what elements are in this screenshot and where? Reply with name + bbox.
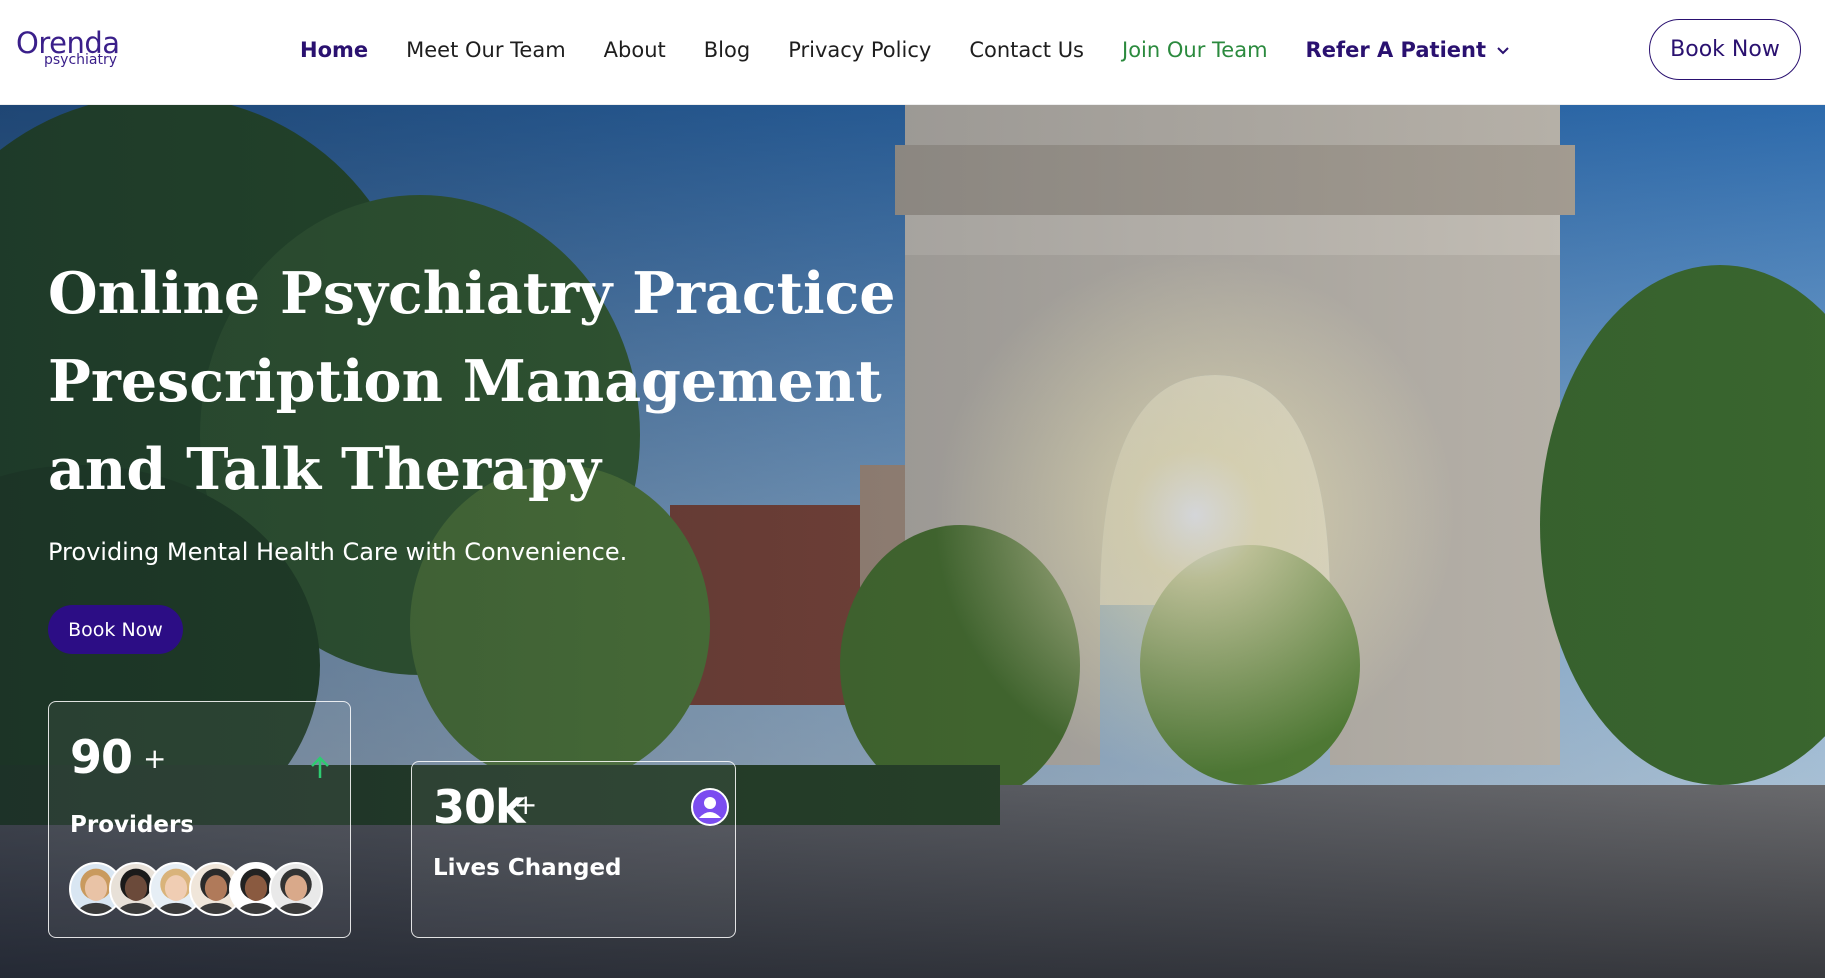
nav-privacy-policy[interactable]: Privacy Policy	[788, 38, 931, 62]
avatar-face-shape	[84, 875, 108, 902]
nav-join-our-team[interactable]: Join Our Team	[1122, 38, 1268, 62]
person-icon	[691, 788, 729, 826]
hero-book-now-button[interactable]: Book Now	[48, 605, 183, 654]
avatar-shoulders	[197, 902, 235, 914]
providers-number: 90	[70, 730, 133, 784]
lives-changed-stat-card: 30k + Lives Changed	[411, 761, 736, 938]
hero-title-line-3: and Talk Therapy	[48, 436, 602, 503]
nav-about-label: About	[603, 38, 666, 62]
provider-avatars	[69, 862, 323, 918]
lives-label: Lives Changed	[433, 855, 622, 881]
nav-blog-label: Blog	[703, 38, 751, 62]
avatar	[269, 862, 323, 916]
logo[interactable]: Orenda psychiatry	[16, 26, 136, 72]
avatar-face-shape	[284, 875, 308, 902]
arrow-up-icon	[311, 756, 329, 778]
lives-number: 30k	[433, 780, 526, 834]
providers-stat-card: 90 + Providers	[48, 701, 351, 938]
nav-home-label: Home	[300, 38, 369, 62]
site-header: Orenda psychiatry Home Meet Our Team Abo…	[0, 0, 1825, 105]
nav-contact-us-label: Contact Us	[969, 38, 1085, 62]
lives-plus: +	[514, 788, 538, 821]
header-book-now-button[interactable]: Book Now	[1649, 19, 1801, 80]
nav-about[interactable]: About	[604, 38, 666, 62]
hero-title-line-2: Prescription Management	[48, 348, 882, 415]
avatar-shoulders	[277, 902, 315, 914]
avatar-face-shape	[204, 875, 228, 902]
nav-privacy-policy-label: Privacy Policy	[788, 38, 932, 62]
nav-home[interactable]: Home	[300, 38, 368, 62]
avatar-face-shape	[164, 875, 188, 902]
hero-title: Online Psychiatry Practice Prescription …	[48, 250, 948, 514]
nav-meet-our-team-label: Meet Our Team	[406, 38, 566, 62]
hero-book-now-label: Book Now	[68, 618, 163, 641]
header-book-now-label: Book Now	[1670, 37, 1780, 62]
chevron-down-icon	[1497, 47, 1509, 55]
hero-title-line-1: Online Psychiatry Practice	[48, 260, 896, 327]
avatar-face-shape	[124, 875, 148, 902]
avatar-shoulders	[117, 902, 155, 914]
providers-plus: +	[143, 742, 167, 775]
nav-refer-a-patient[interactable]: Refer A Patient	[1306, 38, 1511, 62]
nav-refer-a-patient-label: Refer A Patient	[1305, 38, 1487, 62]
avatar-shoulders	[77, 902, 115, 914]
main-nav: Home Meet Our Team About Blog Privacy Po…	[300, 0, 1548, 100]
logo-subtitle: psychiatry	[44, 52, 118, 68]
hero-section: Online Psychiatry Practice Prescription …	[0, 105, 1825, 978]
nav-meet-our-team[interactable]: Meet Our Team	[406, 38, 566, 62]
avatar-face	[277, 868, 315, 914]
avatar-shoulders	[237, 902, 275, 914]
providers-label: Providers	[70, 812, 194, 838]
nav-join-our-team-label: Join Our Team	[1122, 38, 1268, 62]
nav-blog[interactable]: Blog	[704, 38, 750, 62]
avatar-shoulders	[157, 902, 195, 914]
hero-subtitle: Providing Mental Health Care with Conven…	[48, 538, 628, 566]
nav-contact-us[interactable]: Contact Us	[969, 38, 1084, 62]
avatar-face-shape	[244, 875, 268, 902]
